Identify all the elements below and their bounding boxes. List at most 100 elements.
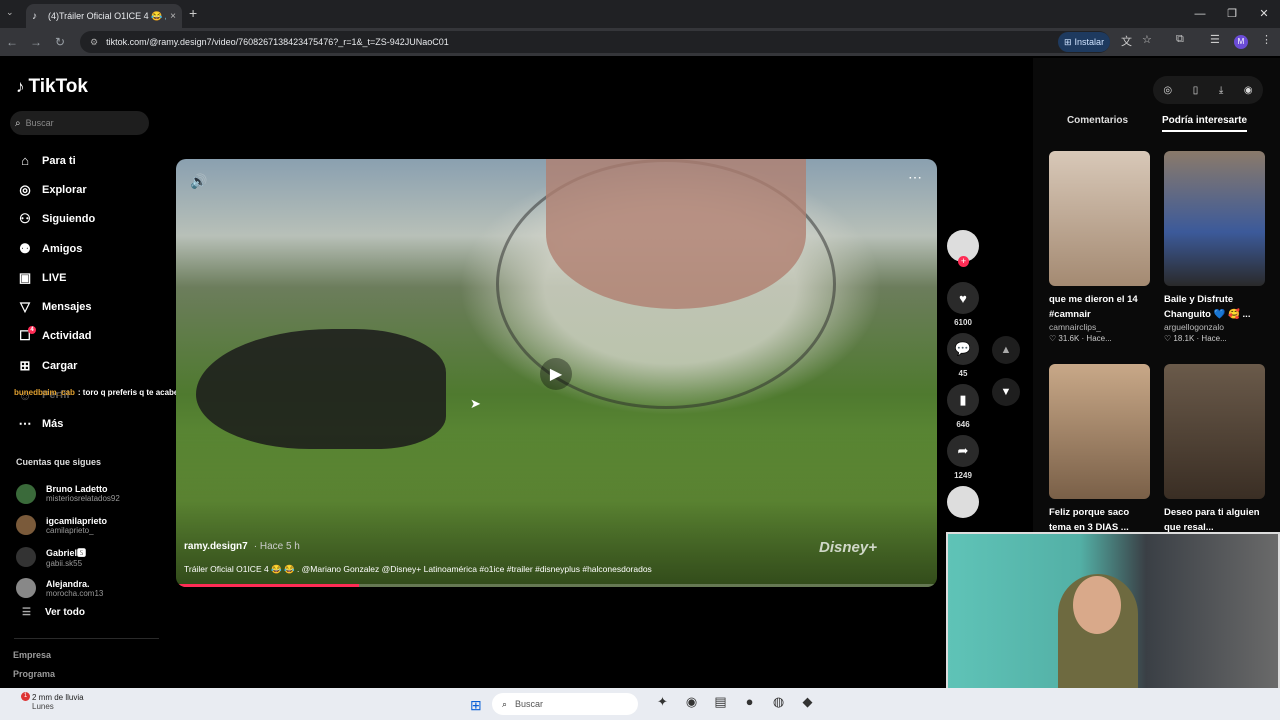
search-input[interactable]: ⌕ Buscar — [10, 111, 149, 135]
sidebar-item-mas[interactable]: ⋯ Más — [16, 410, 156, 439]
brave-icon[interactable]: ◆ — [793, 694, 822, 714]
video-thumbnail — [1164, 364, 1265, 499]
video-description: Tráiler Oficial O1ICE 4 😂 😂 . @Mariano G… — [184, 564, 652, 574]
browser-tab-active[interactable]: ♪ (4)Tráiler Oficial O1ICE 4 😂 🔊 × — [26, 4, 182, 28]
new-tab-button[interactable]: + — [189, 5, 197, 21]
upload-icon: ⊞ — [19, 357, 31, 373]
card-title: Deseo para ti alguien que resal... — [1164, 507, 1260, 533]
extensions-icon[interactable]: ⧉ — [1176, 33, 1184, 46]
like-action[interactable]: ♥ 6100 — [947, 282, 979, 327]
back-icon[interactable]: ← — [0, 35, 24, 49]
sidebar-item-label: Explorar — [42, 183, 87, 196]
sidebar-item-amigos[interactable]: ⚉ Amigos — [16, 234, 156, 263]
tiktok-favicon-icon: ♪ — [32, 11, 37, 22]
comment-action[interactable]: 💬 45 — [947, 333, 979, 378]
windows-start-icon[interactable]: ⊞ — [470, 697, 482, 714]
like-count: 6100 — [954, 318, 972, 327]
card-author: camnairclips_ — [1049, 322, 1101, 332]
following-account[interactable]: igcamilaprieto camilaprieto_ — [16, 510, 120, 542]
live-icon: ▣ — [18, 269, 32, 285]
more-options-icon[interactable]: ⋯ — [908, 169, 923, 186]
sidebar-item-mensajes[interactable]: ▽ Mensajes — [16, 292, 156, 321]
volume-icon[interactable]: 🔊 — [190, 173, 207, 190]
suggested-video-card[interactable]: Baile y Disfrute Changuito 💙 🥰 ... argue… — [1164, 151, 1265, 343]
card-author: arguellogonzalo — [1164, 322, 1225, 332]
sidebar-item-explorar[interactable]: ◎ Explorar — [16, 175, 156, 204]
chat-username: bunedbaim_cab — [14, 388, 75, 397]
sidebar-item-label: Actividad — [42, 330, 92, 343]
compass-icon[interactable]: ◎ — [1163, 85, 1172, 96]
chevron-down-icon[interactable]: ▼ — [992, 378, 1020, 406]
suggested-video-card[interactable]: que me dieron el 14 #camnair camnairclip… — [1049, 151, 1150, 343]
windows-taskbar — [0, 688, 1280, 720]
sidebar-item-actividad[interactable]: ☐ 4 Actividad — [16, 322, 156, 351]
profile-avatar[interactable]: M — [1234, 35, 1248, 49]
following-account[interactable]: Bruno Ladetto misteriosrelatados92 — [16, 478, 120, 510]
teams-icon[interactable]: ✦ — [648, 694, 677, 714]
translate-icon[interactable]: 文 — [1121, 33, 1132, 49]
reading-list-icon[interactable]: ☰ — [1210, 33, 1220, 46]
heart-icon: ♥ — [947, 282, 979, 314]
chevron-up-icon[interactable]: ▲ — [992, 336, 1020, 364]
chrome-icon[interactable]: ◉ — [677, 694, 706, 714]
card-title: Feliz porque saco tema en 3 DIAS ... — [1049, 507, 1130, 533]
sidebar-item-cargar[interactable]: ⊞ Cargar — [16, 351, 156, 380]
mobile-icon[interactable]: ▯ — [1193, 85, 1199, 96]
reload-icon[interactable]: ↻ — [48, 35, 72, 49]
sidebar-item-live[interactable]: ▣ LIVE — [16, 263, 156, 292]
following-account[interactable]: Alejandra. morocha.com13 — [16, 573, 120, 605]
following-account[interactable]: Gabriel🆂 gabii.sk55 — [16, 541, 120, 573]
sidebar-item-label: Mensajes — [42, 301, 92, 314]
footer-link-programa[interactable]: Programa — [13, 669, 55, 679]
video-navigation: ▲ ▼ — [992, 336, 1020, 420]
install-app-button[interactable]: ⊞ Instalar — [1058, 32, 1111, 52]
maximize-icon[interactable]: ❐ — [1216, 0, 1248, 28]
video-progress-bar[interactable] — [176, 584, 937, 587]
list-icon: ☰ — [22, 607, 31, 618]
sound-avatar[interactable] — [947, 486, 979, 518]
taskbar-search-input[interactable]: ⌕ Buscar — [492, 693, 638, 715]
see-all-button[interactable]: ☰ Ver todo — [22, 607, 85, 618]
sidebar-item-para-ti[interactable]: ⌂ Para ti — [16, 146, 156, 175]
file-explorer-icon[interactable]: ▤ — [706, 694, 735, 714]
browser-menu-icon[interactable]: ⋮ — [1261, 33, 1272, 46]
bookmark-star-icon[interactable]: ☆ — [1142, 33, 1152, 46]
download-icon[interactable]: ⤓ — [1219, 85, 1223, 96]
following-list: Bruno Ladetto misteriosrelatados92 igcami… — [16, 478, 120, 604]
sidebar-item-siguiendo[interactable]: ⚇ Siguiendo — [16, 205, 156, 234]
discord-icon[interactable]: ◍ — [764, 694, 793, 714]
tab-search-icon[interactable]: ⌄ — [6, 7, 14, 18]
user-avatar-icon[interactable]: ◉ — [1244, 85, 1253, 96]
video-actions: + ♥ 6100 💬 45 ▮ 646 ➦ 1249 — [947, 230, 979, 538]
comment-count: 45 — [958, 369, 968, 378]
site-info-icon[interactable]: ⚙ — [90, 37, 98, 48]
creator-avatar[interactable]: + — [947, 230, 979, 267]
share-action[interactable]: ➦ 1249 — [947, 435, 979, 480]
forward-icon[interactable]: → — [24, 35, 48, 49]
webcam-head — [1073, 576, 1121, 634]
tab-podria-interesarte[interactable]: Podría interesarte — [1161, 115, 1248, 132]
tiktok-logo[interactable]: ♪ TikTok — [16, 76, 88, 98]
save-action[interactable]: ▮ 646 — [947, 384, 979, 429]
sidebar-item-label: Más — [42, 418, 64, 431]
footer-link-empresa[interactable]: Empresa — [13, 650, 51, 660]
video-player[interactable]: 🔊 ⋯ ▶ ramy.design7 · Hace 5 h Tráiler Ofi… — [176, 159, 937, 587]
video-author[interactable]: ramy.design7 · Hace 5 h — [184, 541, 300, 552]
install-label: Instalar — [1074, 37, 1105, 47]
tab-title: (4)Tráiler Oficial O1ICE 4 😂 🔊 — [48, 10, 167, 21]
play-button[interactable]: ▶ — [540, 358, 572, 390]
follow-plus-icon[interactable]: + — [958, 256, 969, 267]
address-bar[interactable]: ⚙ tiktok.com/@ramy.design7/video/7608267… — [80, 31, 1110, 53]
account-handle: gabii.sk55 — [46, 558, 83, 568]
close-window-icon[interactable]: ✕ — [1248, 0, 1280, 28]
minimize-icon[interactable]: — — [1184, 0, 1216, 28]
suggested-video-card[interactable]: Feliz porque saco tema en 3 DIAS ... — [1049, 364, 1150, 535]
avatar — [16, 578, 36, 599]
obs-icon[interactable]: ● — [735, 694, 764, 714]
more-icon: ⋯ — [18, 416, 32, 432]
video-thumbnail — [1049, 364, 1150, 499]
tab-close-icon[interactable]: × — [170, 11, 176, 22]
tab-comentarios[interactable]: Comentarios — [1067, 115, 1128, 132]
video-frame-hand — [546, 159, 806, 309]
suggested-video-card[interactable]: Deseo para ti alguien que resal... — [1164, 364, 1265, 535]
